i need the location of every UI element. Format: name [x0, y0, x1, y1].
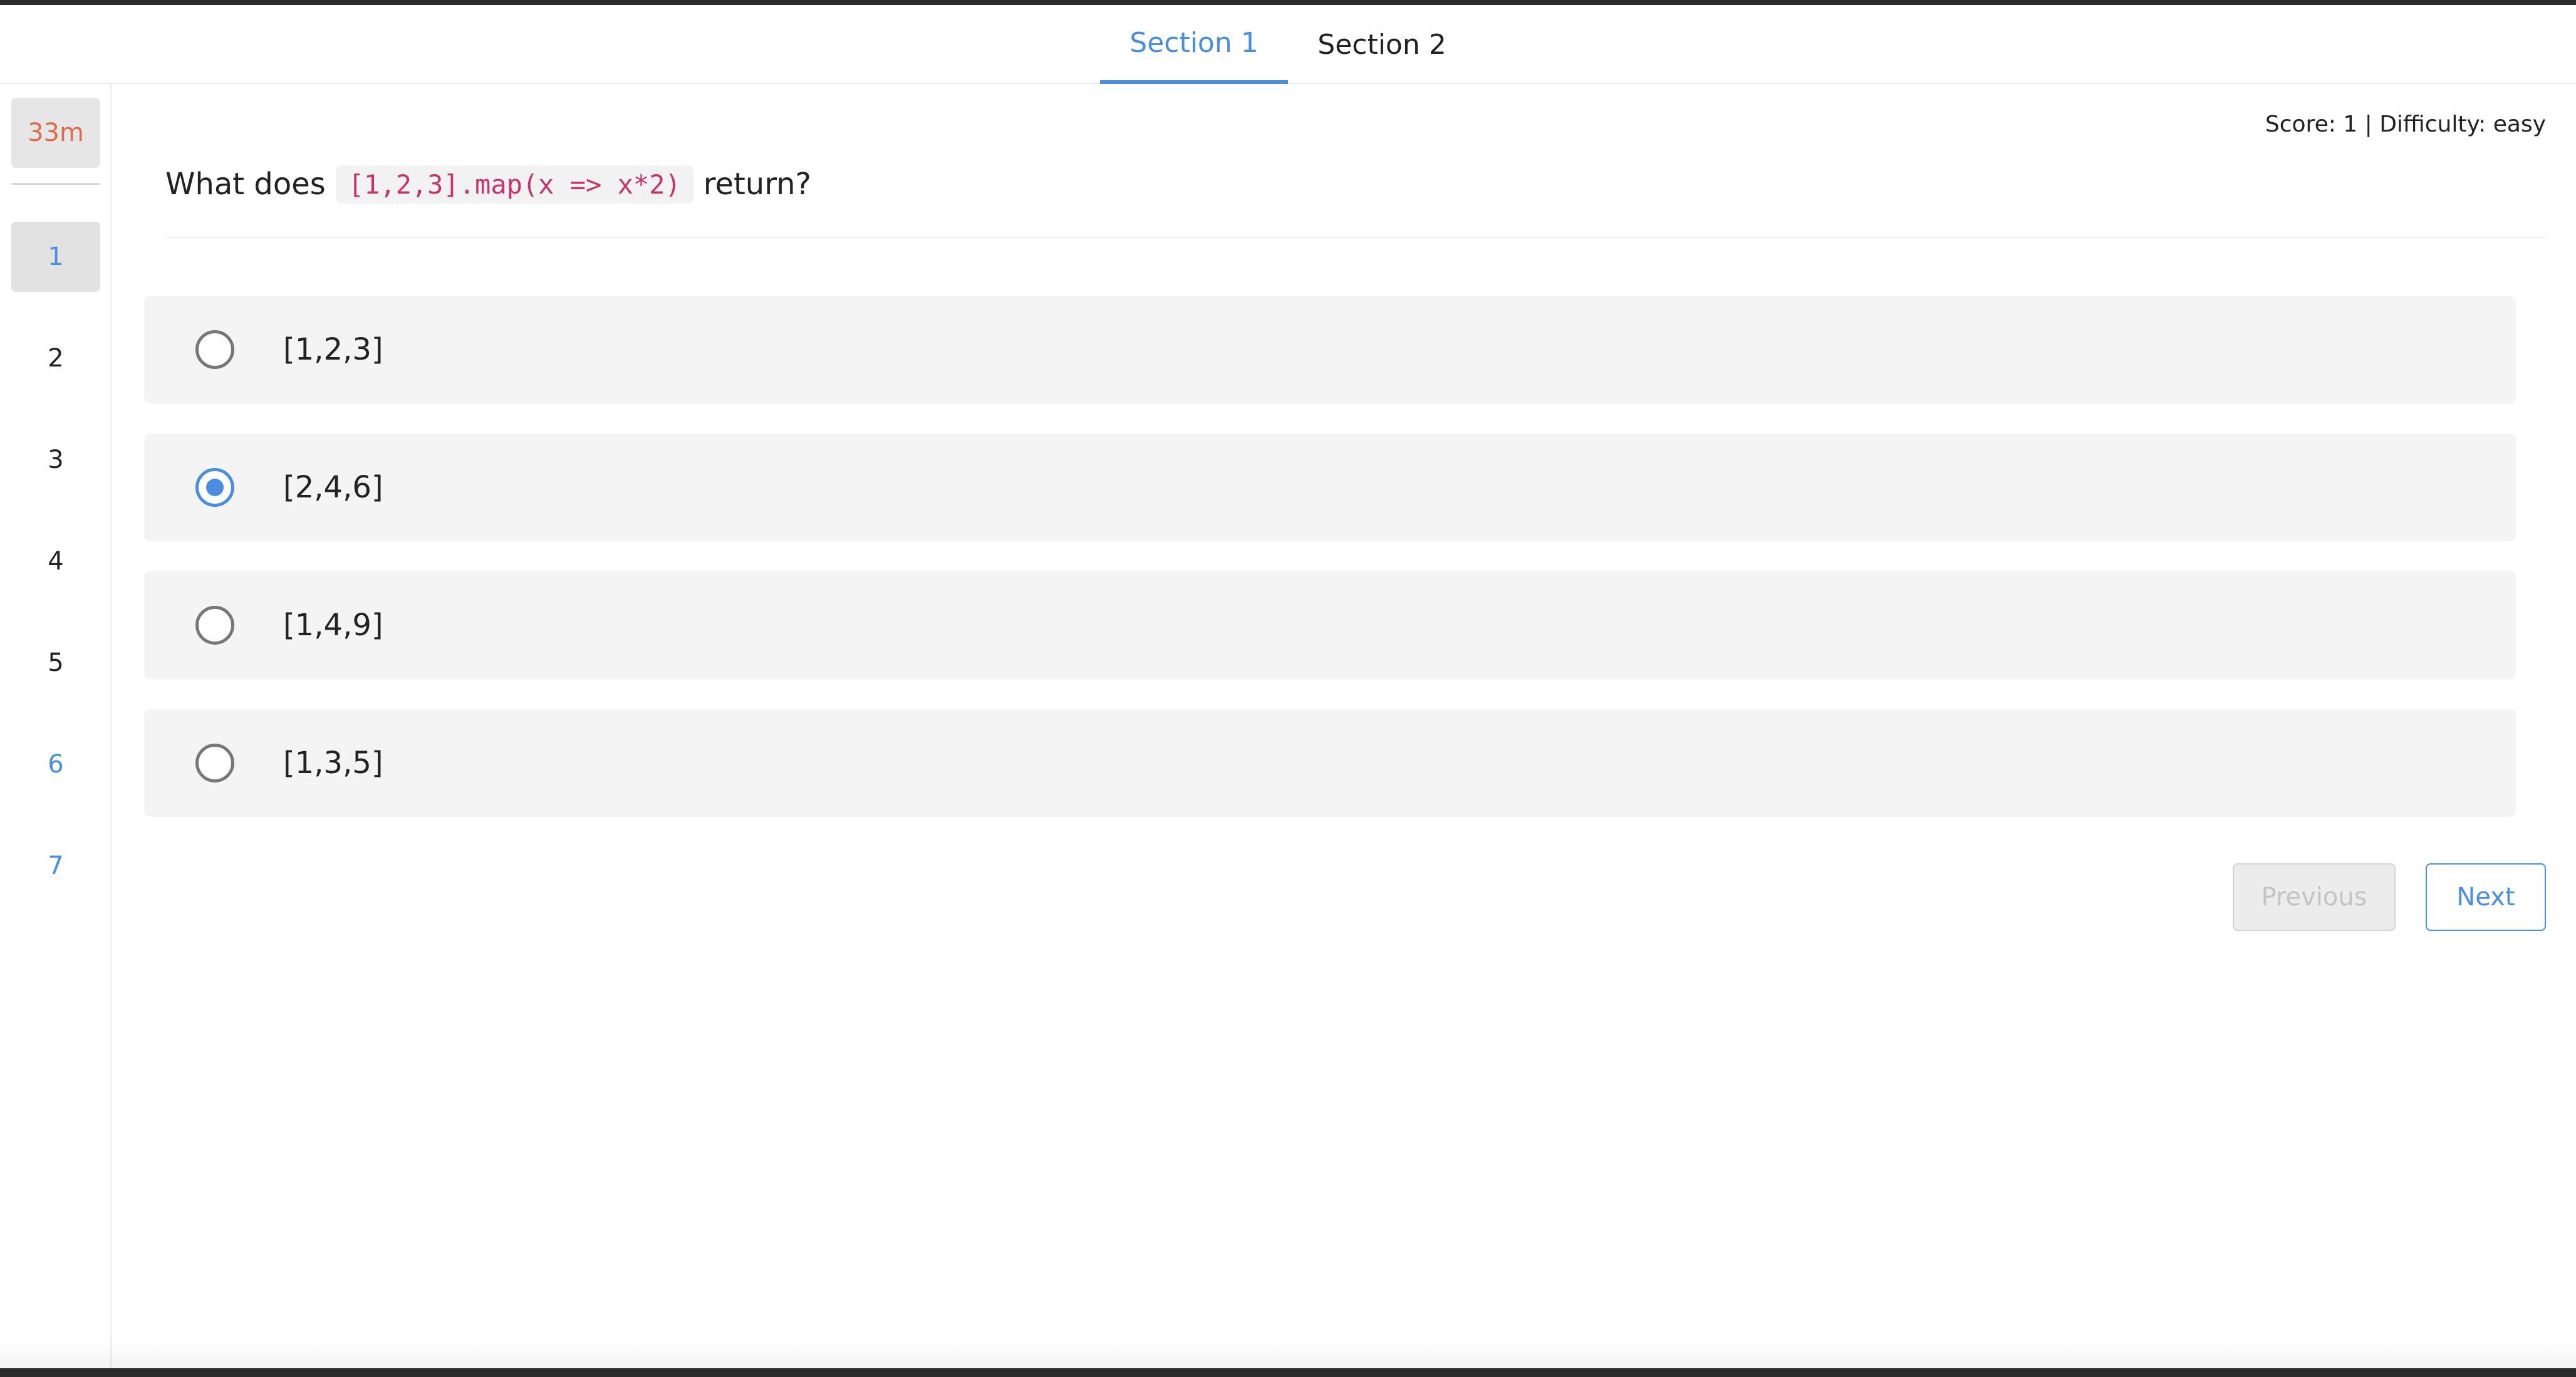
sidebar-divider [11, 183, 100, 185]
question-text: What does [1,2,3].map(x => x*2) return? [165, 160, 811, 208]
option-label: [1,3,5] [283, 746, 383, 781]
option-label: [2,4,6] [283, 470, 383, 505]
question-nav-6[interactable]: 6 [11, 729, 100, 799]
question-nav-5[interactable]: 5 [11, 628, 100, 698]
option-label: [1,2,3] [283, 332, 383, 367]
window-bottom-border [0, 1368, 2576, 1377]
question-prefix: What does [165, 167, 326, 202]
question-nav-3[interactable]: 3 [11, 425, 100, 495]
radio-button[interactable] [195, 330, 234, 369]
radio-button[interactable] [195, 606, 234, 645]
window-top-border [0, 0, 2576, 5]
radio-button-selected[interactable] [195, 468, 234, 507]
score-difficulty-text: Score: 1 | Difficulty: easy [2265, 112, 2546, 137]
answer-option-1[interactable]: [1,2,3] [144, 296, 2516, 403]
question-sidebar: 33m 1 2 3 4 5 6 7 [0, 84, 112, 1368]
question-nav-1[interactable]: 1 [11, 222, 100, 292]
question-nav-2[interactable]: 2 [11, 323, 100, 393]
answer-option-4[interactable]: [1,3,5] [144, 709, 2516, 817]
next-button[interactable]: Next [2426, 863, 2546, 931]
question-suffix: return? [703, 167, 812, 202]
option-label: [1,4,9] [283, 608, 383, 643]
question-divider [165, 237, 2546, 238]
bottom-shade [0, 1341, 2576, 1368]
question-nav-7[interactable]: 7 [11, 831, 100, 901]
tab-section-1[interactable]: Section 1 [1100, 5, 1288, 84]
tab-section-2[interactable]: Section 2 [1288, 5, 1476, 84]
question-nav-4[interactable]: 4 [11, 526, 100, 596]
section-tabs: Section 1 Section 2 [0, 5, 2576, 84]
question-code: [1,2,3].map(x => x*2) [335, 165, 693, 204]
timer-badge: 33m [11, 98, 100, 168]
answer-option-2[interactable]: [2,4,6] [144, 434, 2516, 541]
answer-option-3[interactable]: [1,4,9] [144, 571, 2516, 679]
radio-button[interactable] [195, 744, 234, 782]
previous-button[interactable]: Previous [2233, 863, 2396, 931]
